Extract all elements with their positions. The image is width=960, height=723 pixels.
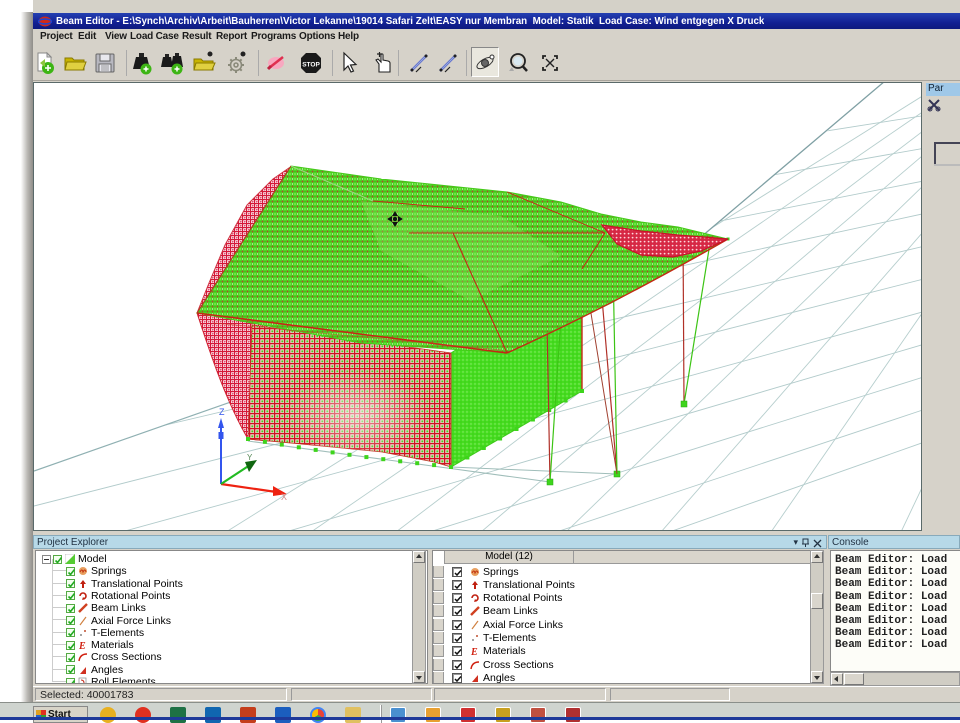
svg-text:Y: Y — [247, 453, 253, 462]
svg-text:X: X — [281, 492, 287, 502]
svg-text:STOP: STOP — [302, 62, 320, 69]
svg-text:E: E — [470, 647, 478, 656]
svg-text:Z: Z — [219, 407, 225, 417]
svg-text:E: E — [78, 641, 86, 650]
